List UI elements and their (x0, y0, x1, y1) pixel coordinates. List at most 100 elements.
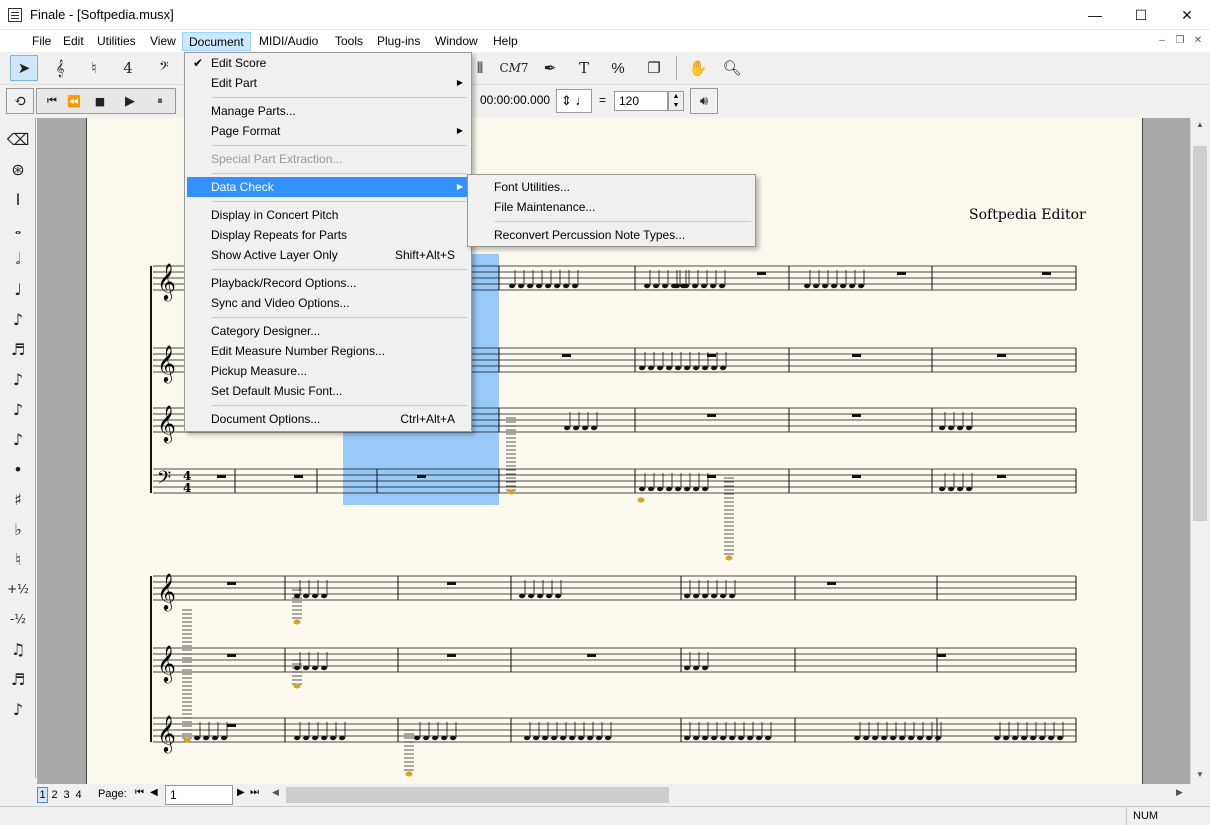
scroll-down-icon[interactable]: ▼ (1196, 770, 1204, 779)
speaker-icon[interactable]: 🔊︎ (690, 88, 718, 114)
time-signature-tool-icon[interactable]: 4 (114, 55, 142, 81)
last-page-icon[interactable]: ⏭ (250, 787, 259, 798)
app-icon[interactable] (8, 8, 22, 22)
tempo-equals: = (599, 93, 607, 107)
hundred-twenty-eighth-icon[interactable]: ♪ (4, 425, 32, 453)
half-step-up-icon[interactable]: +½ (4, 575, 32, 603)
first-page-icon[interactable]: ⏮ (135, 787, 144, 798)
menu-help[interactable]: Help (487, 32, 524, 51)
play-icon[interactable]: ▶ (116, 88, 144, 114)
menu-window[interactable]: Window (429, 32, 484, 51)
menu-font-utilities[interactable]: Font Utilities... (470, 177, 753, 197)
breve-rest-icon[interactable]: Ⅰ (4, 185, 32, 213)
menu-file-maintenance[interactable]: File Maintenance... (470, 197, 753, 217)
time-signature-bottom: 4 (183, 481, 191, 495)
pause-icon[interactable]: ⏸ (146, 88, 174, 114)
note (1039, 735, 1045, 741)
menu-category-designer[interactable]: Category Designer... (187, 321, 469, 341)
menu-utilities[interactable]: Utilities (91, 32, 142, 51)
text-tool-icon[interactable]: T (570, 55, 598, 81)
menu-edit[interactable]: Edit (57, 32, 90, 51)
staff-tool-icon[interactable]: 𝄞 (46, 55, 74, 81)
menu-view[interactable]: View (144, 32, 182, 51)
sixty-fourth-note-icon[interactable]: ♪ (4, 395, 32, 423)
resize-tool-icon[interactable]: % (604, 55, 632, 81)
loop-icon[interactable]: ⟲ (6, 88, 34, 114)
eighth-note-icon[interactable]: ♪ (4, 305, 32, 333)
menu-set-default-music-font[interactable]: Set Default Music Font... (187, 381, 469, 401)
menu-edit-measure-number-regions[interactable]: Edit Measure Number Regions... (187, 341, 469, 361)
dot-icon[interactable]: • (4, 455, 32, 483)
note (339, 735, 345, 741)
half-note-icon[interactable]: 𝅗𝅥 (4, 245, 32, 273)
menu-sync-video-options[interactable]: Sync and Video Options... (187, 293, 469, 313)
hybrid-icon[interactable]: ⊛ (4, 155, 32, 183)
mdi-minimize-button[interactable]: ‒ (1154, 34, 1170, 48)
menu-display-concert-pitch[interactable]: Display in Concert Pitch (187, 205, 469, 225)
menu-pickup-measure[interactable]: Pickup Measure... (187, 361, 469, 381)
sharp-icon[interactable]: ♯ (4, 485, 32, 513)
horizontal-scroll-thumb[interactable] (286, 787, 669, 803)
maximize-button[interactable]: ☐ (1118, 0, 1164, 30)
next-page-icon[interactable]: ▶ (237, 787, 245, 798)
note (303, 665, 309, 671)
minimize-button[interactable]: — (1072, 0, 1118, 30)
scroll-left-icon[interactable]: ◀ (272, 787, 279, 798)
stop-icon[interactable]: ■ (86, 88, 114, 114)
key-signature-tool-icon[interactable]: ♮ (80, 55, 108, 81)
flat-icon[interactable]: ♭ (4, 515, 32, 543)
scroll-right-icon[interactable]: ▶ (1176, 787, 1183, 798)
quarter-note-icon[interactable]: ♩ (4, 275, 32, 303)
clef-tool-icon[interactable]: 𝄢 (150, 55, 178, 81)
thirty-second-note-icon[interactable]: ♪ (4, 365, 32, 393)
menu-edit-score[interactable]: ✔ Edit Score (187, 53, 469, 73)
menu-plug-ins[interactable]: Plug-ins (371, 32, 426, 51)
menu-tools[interactable]: Tools (329, 32, 369, 51)
page-tab-2[interactable]: 2 (49, 787, 60, 803)
graphics-tool-icon[interactable]: ❐ (640, 55, 668, 81)
menu-file[interactable]: File (26, 32, 57, 51)
highlighted-note (637, 497, 645, 503)
vertical-scroll-thumb[interactable] (1193, 146, 1207, 521)
menu-show-active-layer-only[interactable]: Show Active Layer Only Shift+Alt+S (187, 245, 469, 265)
menu-reconvert-percussion[interactable]: Reconvert Percussion Note Types... (470, 225, 753, 245)
tempo-spinner[interactable]: ▲ ▼ (668, 91, 684, 111)
tempo-input[interactable]: 120 (614, 91, 668, 111)
beat-unit-selector[interactable]: ⇕ ♩ (556, 89, 592, 113)
whole-note-icon[interactable]: 𝅝 (4, 215, 32, 243)
natural-icon[interactable]: ♮ (4, 545, 32, 573)
tie-icon[interactable]: ♫ (4, 635, 32, 663)
whole-rest (562, 354, 571, 357)
page-number-input[interactable]: 1 (165, 785, 233, 805)
prev-page-icon[interactable]: ◀ (150, 787, 158, 798)
menu-page-format[interactable]: Page Format ▶ (187, 121, 469, 141)
mdi-restore-button[interactable]: ❐ (1172, 34, 1188, 48)
tuplet-icon[interactable]: ♬ (4, 665, 32, 693)
half-step-down-icon[interactable]: -½ (4, 605, 32, 633)
whole-rest (937, 654, 946, 657)
menu-document[interactable]: Document (182, 32, 251, 51)
menu-manage-parts[interactable]: Manage Parts... (187, 101, 469, 121)
page-tab-3[interactable]: 3 (61, 787, 72, 803)
menu-midi-audio[interactable]: MIDI/Audio (253, 32, 324, 51)
page-tab-1[interactable]: 1 (37, 787, 48, 803)
note (596, 735, 602, 741)
menu-display-repeats-for-parts[interactable]: Display Repeats for Parts (187, 225, 469, 245)
page-tab-4[interactable]: 4 (73, 787, 84, 803)
lyrics-tool-icon[interactable]: ✒ (536, 55, 564, 81)
menu-edit-part[interactable]: Edit Part ▶ (187, 73, 469, 93)
close-button[interactable]: ✕ (1164, 0, 1210, 30)
scroll-up-icon[interactable]: ▲ (1196, 120, 1204, 129)
menu-document-options[interactable]: Document Options... Ctrl+Alt+A (187, 409, 469, 429)
menu-data-check[interactable]: Data Check ▶ (187, 177, 469, 197)
rewind-icon[interactable]: ⏪ (60, 88, 88, 114)
chord-tool-icon[interactable]: C𝑀7 (499, 55, 528, 81)
zoom-tool-icon[interactable]: 🔍︎ (718, 55, 746, 81)
hand-grabber-icon[interactable]: ✋ (684, 55, 712, 81)
selection-tool-icon[interactable]: ➤ (10, 55, 38, 81)
grace-note-icon[interactable]: ♪ (4, 695, 32, 723)
sixteenth-note-icon[interactable]: ♬ (4, 335, 32, 363)
mdi-close-button[interactable]: ✕ (1190, 34, 1206, 48)
menu-playback-record-options[interactable]: Playback/Record Options... (187, 273, 469, 293)
eraser-icon[interactable]: ⌫ (4, 125, 32, 153)
